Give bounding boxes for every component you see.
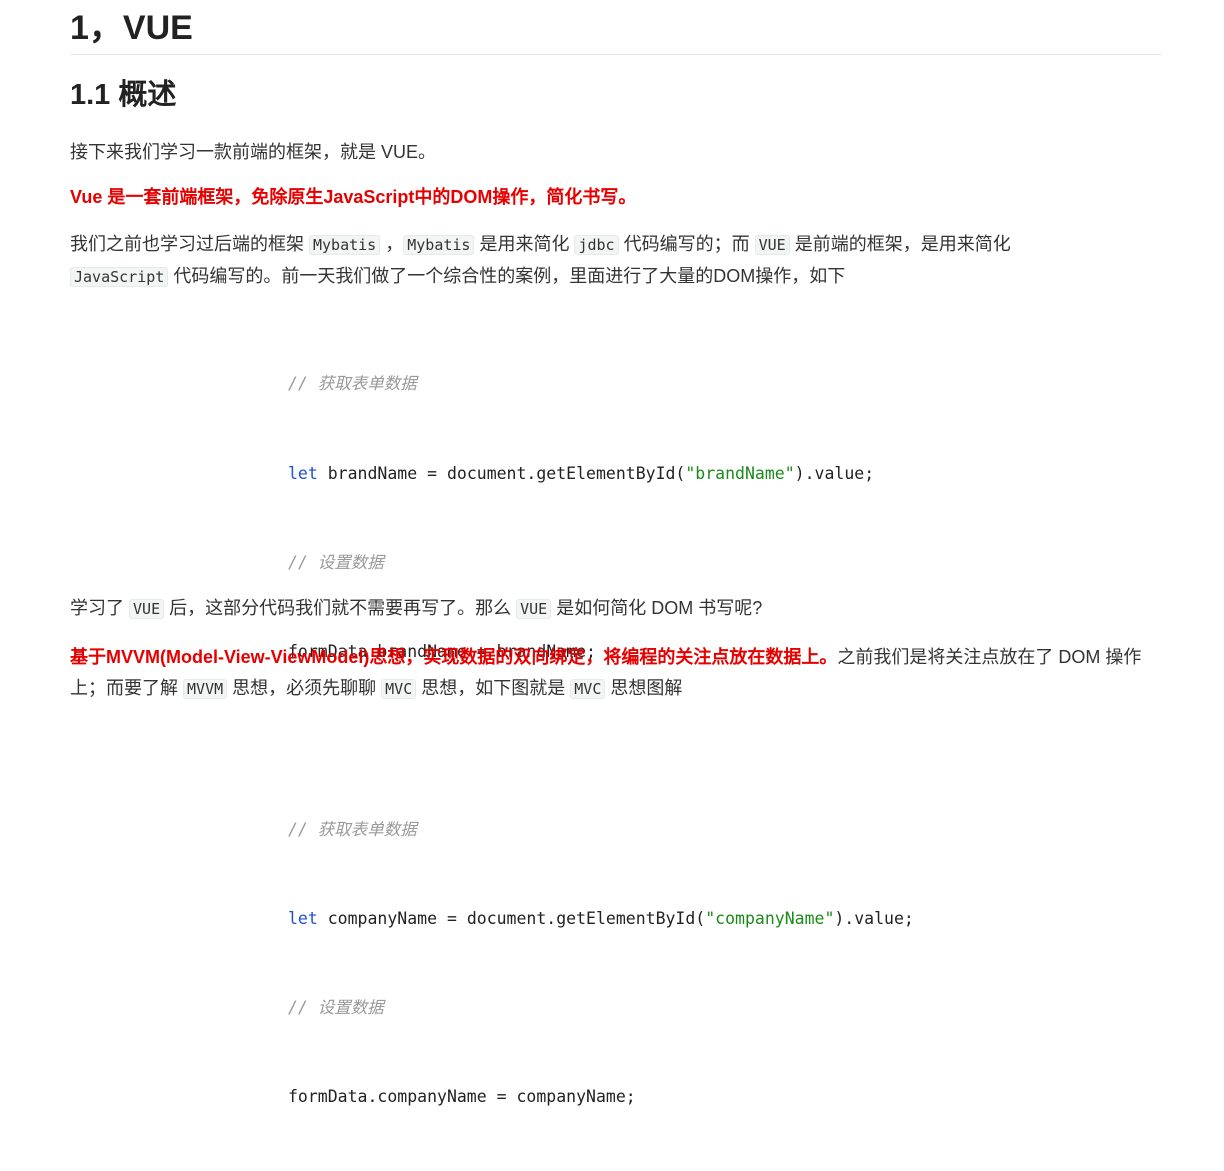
code-keyword: let bbox=[288, 463, 318, 483]
code-text: ).value; bbox=[834, 908, 914, 928]
code-comment: // 获取表单数据 bbox=[288, 819, 417, 839]
code-text: ).value; bbox=[794, 463, 875, 483]
inline-code: MVC bbox=[381, 679, 417, 699]
code-text: brandName = document.getElementById( bbox=[317, 463, 686, 483]
text: 代码编写的。前一天我们做了一个综合性的案例，里面进行了大量的DOM操作，如下 bbox=[168, 266, 846, 286]
inline-code: VUE bbox=[754, 235, 790, 255]
mvvm-paragraph: 基于MVVM(Model-View-ViewModel)思想，实现数据的双向绑定… bbox=[70, 642, 1170, 705]
text: 思想，必须先聊聊 bbox=[227, 678, 382, 698]
code-comment: // 设置数据 bbox=[288, 998, 384, 1018]
text: 学习了 bbox=[70, 598, 130, 618]
inline-code: VUE bbox=[129, 599, 165, 619]
text: 代码编写的；而 bbox=[618, 234, 755, 254]
code-line: let companyName = document.getElementByI… bbox=[288, 904, 914, 934]
highlight-text: 基于MVVM(Model-View-ViewModel)思想，实现数据的双向绑定… bbox=[70, 647, 838, 667]
code-text: companyName = document.getElementById( bbox=[317, 908, 706, 928]
inline-code: Mybatis bbox=[403, 235, 475, 255]
inline-code: VUE bbox=[516, 599, 552, 619]
inline-code: Mybatis bbox=[309, 235, 381, 255]
document-page: 1，VUE 1.1 概述 接下来我们学习一款前端的框架，就是 VUE。 Vue … bbox=[0, 0, 1224, 1106]
question-paragraph: 学习了 VUE 后，这部分代码我们就不需要再写了。那么 VUE 是如何简化 DO… bbox=[70, 593, 1170, 625]
code-keyword: let bbox=[288, 908, 318, 928]
inline-code: jdbc bbox=[574, 235, 619, 255]
highlight-statement: Vue 是一套前端框架，免除原生JavaScript中的DOM操作，简化书写。 bbox=[70, 187, 637, 207]
text: 是如何简化 DOM 书写呢? bbox=[551, 598, 763, 618]
inline-code: MVC bbox=[570, 679, 606, 699]
text: 是用来简化 bbox=[474, 234, 575, 254]
inline-code: MVVM bbox=[183, 679, 228, 699]
code-line: let brandName = document.getElementById(… bbox=[288, 459, 914, 489]
text: 我们之前也学习过后端的框架 bbox=[70, 234, 309, 254]
code-line: formData.companyName = companyName; bbox=[288, 1087, 636, 1107]
code-block: // 获取表单数据 let brandName = document.getEl… bbox=[288, 310, 914, 1171]
text: 思想，如下图就是 bbox=[416, 678, 571, 698]
text: 后，这部分代码我们就不需要再写了。那么 bbox=[164, 598, 517, 618]
code-string: "companyName" bbox=[705, 908, 835, 928]
heading-vue: 1，VUE bbox=[70, 8, 1162, 55]
heading-overview: 1.1 概述 bbox=[70, 79, 177, 111]
intro-paragraph: 接下来我们学习一款前端的框架，就是 VUE。 bbox=[70, 142, 437, 162]
text: 思想图解 bbox=[605, 678, 683, 698]
text: 是前端的框架，是用来简化 bbox=[789, 234, 1011, 254]
code-comment: // 设置数据 bbox=[288, 552, 384, 572]
text: ， bbox=[380, 234, 404, 254]
code-string: "brandName" bbox=[685, 463, 795, 483]
inline-code: JavaScript bbox=[70, 267, 169, 287]
framework-paragraph: 我们之前也学习过后端的框架 Mybatis ， Mybatis 是用来简化 jdb… bbox=[70, 229, 1170, 293]
code-comment: // 获取表单数据 bbox=[288, 374, 417, 394]
